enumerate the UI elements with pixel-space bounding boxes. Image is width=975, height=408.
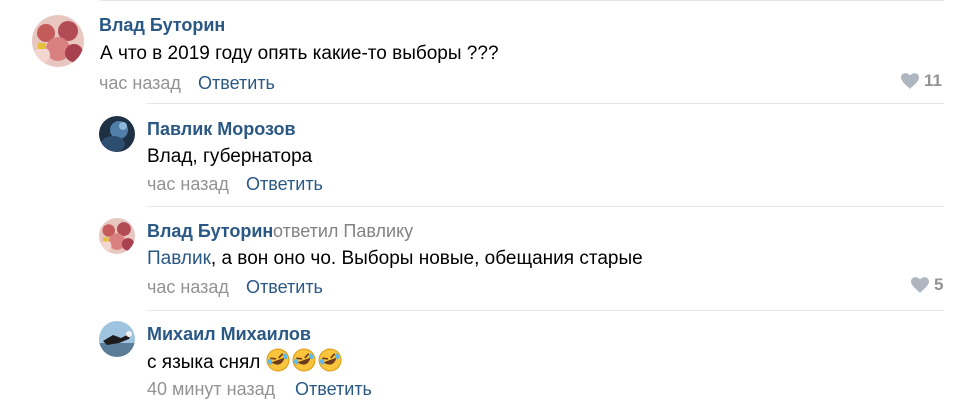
comment-time: час назад [99,73,181,93]
avatar[interactable] [99,116,135,152]
heart-icon [911,277,929,293]
like-button[interactable]: 5 [911,275,943,295]
user-photo-avatar-icon [99,218,135,254]
divider [147,103,944,104]
divider [147,206,944,207]
comment-text: Павлик, а вон оно чо. Выборы новые, обещ… [147,247,643,271]
comment-time: час назад [147,174,229,194]
rolling-on-floor-laughing-emoji-icon [318,348,342,372]
like-button[interactable]: 11 [901,71,942,91]
user-photo-avatar-icon [99,116,135,152]
comment-text-body: с языка снял [147,352,261,373]
comment-text: А что в 2019 году опять какие-то выборы … [100,43,499,64]
avatar[interactable] [99,218,135,254]
user-photo-avatar-icon [32,15,84,67]
rolling-on-floor-laughing-emoji-icon [266,348,290,372]
reply-button[interactable]: Ответить [246,276,323,298]
comment-text-body: , а вон оно чо. Выборы новые, обещания с… [210,248,643,269]
like-count: 5 [934,275,944,294]
comment-author[interactable]: Павлик Морозов [147,118,296,140]
comment-time: час назад [147,277,229,297]
comment-author[interactable]: Влад Буторин [99,14,225,36]
like-count: 11 [924,71,942,90]
reply-button[interactable]: Ответить [295,378,372,400]
rolling-on-floor-laughing-emoji-icon [292,348,316,372]
reply-button[interactable]: Ответить [246,173,323,195]
comment-text: с языка снял [147,348,344,375]
reply-button[interactable]: Ответить [198,72,275,94]
divider-top [100,0,944,1]
comment-author[interactable]: Влад Буторин [147,220,273,242]
comment-time: 40 минут назад [147,379,276,399]
mention-link[interactable]: Павлик [147,248,211,269]
divider [147,310,944,311]
comment-text: Влад, губернатора [147,146,313,167]
comment-author[interactable]: Михаил Михаилов [147,323,311,345]
avatar[interactable] [32,15,84,67]
avatar[interactable] [99,321,135,357]
replied-to-label[interactable]: ответил Павлику [273,220,413,242]
user-photo-avatar-icon [99,321,135,357]
heart-icon [901,73,919,89]
